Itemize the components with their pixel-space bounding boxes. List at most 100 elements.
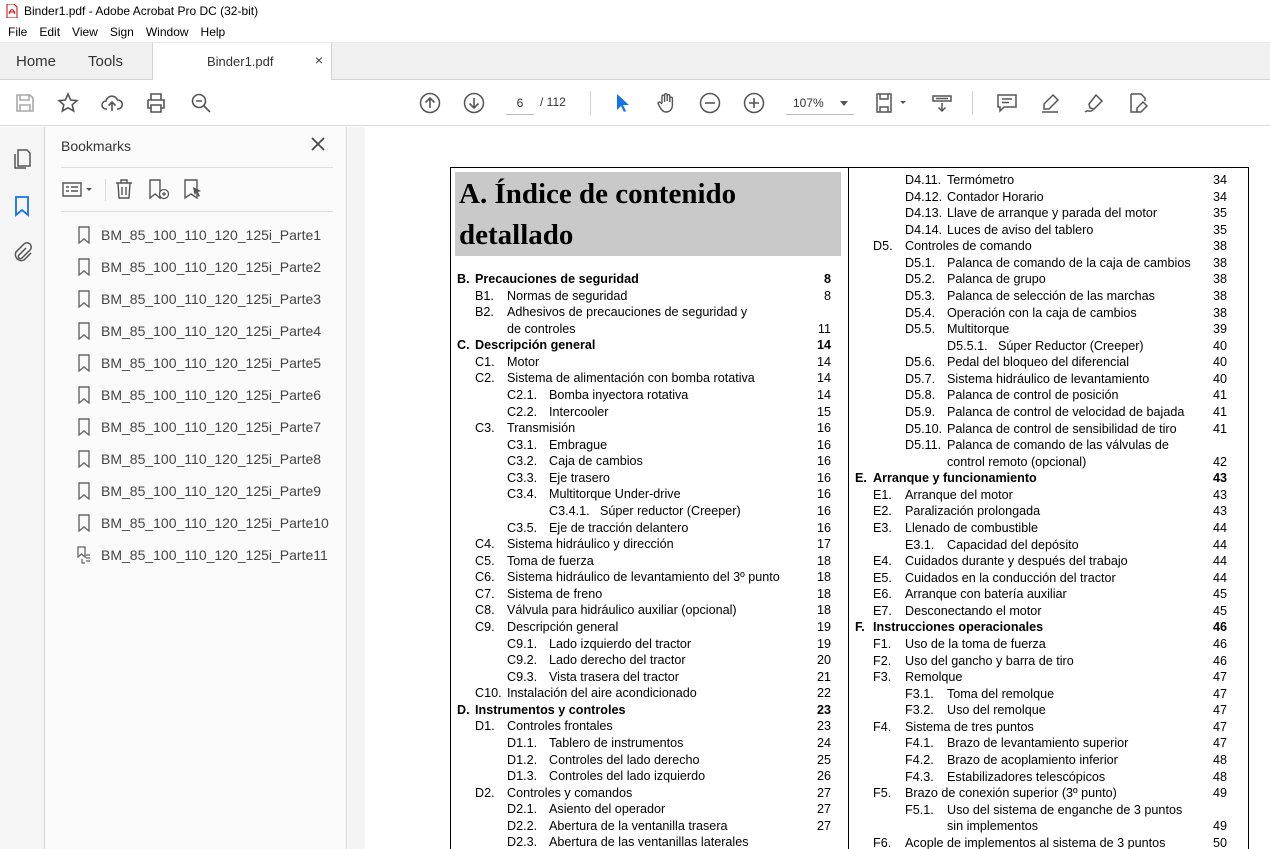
- bookmark-item[interactable]: BM_85_100_110_120_125i_Parte8: [45, 443, 347, 475]
- bookmark-item[interactable]: BM_85_100_110_120_125i_Parte11: [45, 539, 347, 571]
- toc-entry[interactable]: C9.3. Vista trasera del tractor 21: [457, 669, 843, 685]
- toc-entry[interactable]: F5. Brazo de conexión superior (3º punto)…: [855, 785, 1239, 801]
- bookmark-item[interactable]: BM_85_100_110_120_125i_Parte2: [45, 251, 347, 283]
- toc-entry[interactable]: C3.5. Eje de tracción delantero 16: [457, 520, 843, 536]
- print-icon[interactable]: [144, 91, 168, 115]
- toc-entry[interactable]: F4.2. Brazo de acoplamiento inferior 48: [855, 752, 1239, 768]
- zoom-level-dropdown[interactable]: 107%: [786, 91, 854, 115]
- bookmark-item[interactable]: BM_85_100_110_120_125i_Parte1: [45, 219, 347, 251]
- menu-view[interactable]: View: [66, 22, 104, 43]
- sign-pen-icon[interactable]: [1082, 91, 1106, 115]
- toc-entry[interactable]: F6. Acople de implementos al sistema de 3…: [855, 835, 1239, 849]
- toc-entry[interactable]: C3. Transmisión 16: [457, 420, 843, 436]
- close-tab-icon[interactable]: ×: [315, 52, 323, 68]
- upload-cloud-icon[interactable]: [100, 91, 124, 115]
- hand-tool-icon[interactable]: [654, 91, 678, 115]
- select-cursor-icon[interactable]: [610, 91, 634, 115]
- toc-entry[interactable]: C2.2. Intercooler 15: [457, 404, 843, 420]
- toc-entry[interactable]: C3.4.1. Súper reductor (Creeper) 16: [457, 503, 843, 519]
- toc-entry[interactable]: D5.6. Pedal del bloqueo del diferencial 40: [855, 354, 1239, 370]
- toc-entry[interactable]: F5.1. Uso del sistema de enganche de 3 pu…: [855, 802, 1239, 818]
- toc-entry[interactable]: E3.1. Capacidad del depósito 44: [855, 537, 1239, 553]
- toc-entry[interactable]: C6. Sistema hidráulico de levantamiento d…: [457, 569, 843, 585]
- bookmark-star-icon[interactable]: [56, 91, 80, 115]
- tab-document[interactable]: Binder1.pdf ×: [152, 43, 332, 80]
- toc-entry[interactable]: sin implementos 49: [855, 818, 1239, 834]
- toc-entry[interactable]: D5.8. Palanca de control de posición 41: [855, 387, 1239, 403]
- toc-entry[interactable]: D5. Controles de comando 38: [855, 238, 1239, 254]
- toc-entry[interactable]: D5.10. Palanca de control de sensibilidad…: [855, 421, 1239, 437]
- toc-entry[interactable]: D2.1. Asiento del operador 27: [457, 801, 843, 817]
- new-bookmark-icon[interactable]: [146, 177, 170, 201]
- attachments-paperclip-icon[interactable]: [10, 241, 34, 265]
- toc-entry[interactable]: F1. Uso de la toma de fuerza 46: [855, 636, 1239, 652]
- comment-icon[interactable]: [995, 91, 1019, 115]
- page-number-input[interactable]: 6: [506, 91, 534, 115]
- toc-entry[interactable]: F3.2. Uso del remolque 47: [855, 702, 1239, 718]
- toc-entry[interactable]: D5.2. Palanca de grupo 38: [855, 271, 1239, 287]
- toc-entry[interactable]: B2. Adhesivos de precauciones de segurida…: [457, 304, 843, 320]
- toc-entry[interactable]: E. Arranque y funcionamiento 43: [855, 470, 1239, 486]
- toc-entry[interactable]: D5.9. Palanca de control de velocidad de …: [855, 404, 1239, 420]
- bookmark-item[interactable]: BM_85_100_110_120_125i_Parte10: [45, 507, 347, 539]
- toc-entry[interactable]: C2. Sistema de alimentación con bomba rot…: [457, 370, 843, 386]
- toc-entry[interactable]: C9.1. Lado izquierdo del tractor 19: [457, 636, 843, 652]
- toc-entry[interactable]: C3.2. Caja de cambios 16: [457, 453, 843, 469]
- scroll-mode-icon[interactable]: [930, 91, 954, 115]
- toc-entry[interactable]: D5.4. Operación con la caja de cambios 38: [855, 305, 1239, 321]
- toc-entry[interactable]: C3.1. Embrague 16: [457, 437, 843, 453]
- toc-entry[interactable]: D5.7. Sistema hidráulico de levantamiento…: [855, 371, 1239, 387]
- toc-entry[interactable]: D5.5.1. Súper Reductor (Creeper) 40: [855, 338, 1239, 354]
- toc-entry[interactable]: C5. Toma de fuerza 18: [457, 553, 843, 569]
- toc-entry[interactable]: D5.11. Palanca de comando de las válvulas…: [855, 437, 1239, 453]
- toc-entry[interactable]: C9.2. Lado derecho del tractor 20: [457, 652, 843, 668]
- fit-page-icon[interactable]: [874, 91, 910, 115]
- toc-entry[interactable]: D2. Controles y comandos 27: [457, 785, 843, 801]
- toc-entry[interactable]: F2. Uso del gancho y barra de tiro 46: [855, 653, 1239, 669]
- toc-entry[interactable]: D4.13. Llave de arranque y parada del mot…: [855, 205, 1239, 221]
- toc-entry[interactable]: C8. Válvula para hidráulico auxiliar (opc…: [457, 602, 843, 618]
- toc-entry[interactable]: F. Instrucciones operacionales 46: [855, 619, 1239, 635]
- next-page-icon[interactable]: [462, 91, 486, 115]
- bookmark-item[interactable]: BM_85_100_110_120_125i_Parte9: [45, 475, 347, 507]
- menu-sign[interactable]: Sign: [104, 22, 140, 43]
- toc-entry[interactable]: D2.2. Abertura de la ventanilla trasera 27: [457, 818, 843, 834]
- save-icon[interactable]: [13, 91, 37, 115]
- toc-entry[interactable]: D1.1. Tablero de instrumentos 24: [457, 735, 843, 751]
- page-thumbnails-icon[interactable]: [10, 147, 34, 171]
- toc-entry[interactable]: D. Instrumentos y controles 23: [457, 702, 843, 718]
- toc-entry[interactable]: D5.1. Palanca de comando de la caja de ca…: [855, 255, 1239, 271]
- toc-entry[interactable]: E7. Desconectando el motor 45: [855, 603, 1239, 619]
- toc-entry[interactable]: D4.12. Contador Horario 34: [855, 189, 1239, 205]
- toc-entry[interactable]: B1. Normas de seguridad 8: [457, 288, 843, 304]
- toc-entry[interactable]: D5.5. Multitorque 39: [855, 321, 1239, 337]
- toc-entry[interactable]: E4. Cuidados durante y después del trabaj…: [855, 553, 1239, 569]
- document-viewer[interactable]: A. Índice de contenido detallado B. Preca…: [348, 127, 1270, 849]
- toc-entry[interactable]: B. Precauciones de seguridad 8: [457, 271, 843, 287]
- menu-help[interactable]: Help: [195, 22, 232, 43]
- toc-entry[interactable]: D4.14. Luces de aviso del tablero 35: [855, 222, 1239, 238]
- toc-entry[interactable]: D1. Controles frontales 23: [457, 718, 843, 734]
- menu-file[interactable]: File: [2, 22, 33, 43]
- toc-entry[interactable]: C3.4. Multitorque Under-drive 16: [457, 486, 843, 502]
- toc-entry[interactable]: E3. Llenado de combustible 44: [855, 520, 1239, 536]
- bookmark-item[interactable]: BM_85_100_110_120_125i_Parte3: [45, 283, 347, 315]
- toc-entry[interactable]: F4.3. Estabilizadores telescópicos 48: [855, 769, 1239, 785]
- toc-entry[interactable]: D2.3. Abertura de las ventanillas lateral…: [457, 834, 843, 849]
- toc-entry[interactable]: E2. Paralización prolongada 43: [855, 503, 1239, 519]
- toc-entry[interactable]: E5. Cuidados en la conducción del tractor…: [855, 570, 1239, 586]
- menu-edit[interactable]: Edit: [33, 22, 66, 43]
- menu-window[interactable]: Window: [140, 22, 195, 43]
- toc-entry[interactable]: C4. Sistema hidráulico y dirección 17: [457, 536, 843, 552]
- bookmark-item[interactable]: BM_85_100_110_120_125i_Parte7: [45, 411, 347, 443]
- toc-entry[interactable]: C3.3. Eje trasero 16: [457, 470, 843, 486]
- tab-home[interactable]: Home: [16, 43, 56, 80]
- toc-entry[interactable]: de controles 11: [457, 321, 843, 337]
- toc-entry[interactable]: control remoto (opcional) 42: [855, 454, 1239, 470]
- highlight-pen-icon[interactable]: [1038, 91, 1062, 115]
- toc-entry[interactable]: F3.1. Toma del remolque 47: [855, 686, 1239, 702]
- toc-entry[interactable]: C7. Sistema de freno 18: [457, 586, 843, 602]
- toc-entry[interactable]: D5.3. Palanca de selección de las marchas…: [855, 288, 1239, 304]
- toc-entry[interactable]: F4.1. Brazo de levantamiento superior 47: [855, 735, 1239, 751]
- tab-tools[interactable]: Tools: [88, 43, 123, 80]
